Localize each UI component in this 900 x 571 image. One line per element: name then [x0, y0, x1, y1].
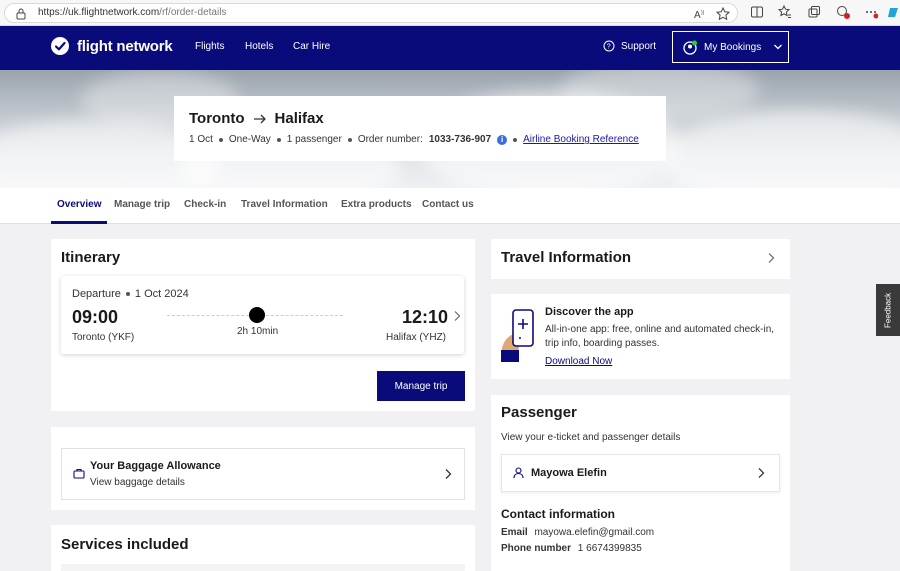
suitcase-icon — [73, 468, 85, 479]
passenger-title: Passenger — [501, 404, 577, 421]
app-promo-text: All-in-one app: free, online and automat… — [545, 324, 775, 349]
contact-information-title: Contact information — [501, 507, 615, 521]
support-label: Support — [621, 40, 657, 52]
split-screen-icon[interactable] — [750, 5, 764, 19]
url-path: /rf/order-details — [159, 7, 227, 18]
svg-text:)): )) — [701, 10, 705, 16]
copilot-icon[interactable] — [888, 5, 900, 19]
route-title: Toronto Halifax — [189, 110, 324, 127]
email-label: Email — [501, 527, 528, 538]
site-header: flight network Flights Hotels Car Hire ?… — [0, 26, 900, 70]
departure-time: 09:00 — [72, 307, 119, 327]
app-promo-card: Discover the app All-in-one app: free, o… — [491, 294, 790, 379]
passenger-subtitle: View your e-ticket and passenger details — [501, 432, 681, 443]
address-bar[interactable]: https://uk.flightnetwork.com/rf/order-de… — [4, 3, 738, 23]
tab-contact-us[interactable]: Contact us — [422, 199, 474, 210]
contact-email-row: Email mayowa.elefin@gmail.com — [501, 527, 654, 538]
baggage-allowance-row[interactable]: Your Baggage Allowance View baggage deta… — [61, 448, 465, 500]
chevron-right-icon — [758, 468, 765, 478]
chevron-right-icon — [768, 253, 775, 263]
browser-toolbar: https://uk.flightnetwork.com/rf/order-de… — [0, 0, 900, 26]
nav-link-hotels[interactable]: Hotels — [245, 41, 273, 52]
departure-header: Departure 1 Oct 2024 — [72, 288, 189, 300]
tab-check-in[interactable]: Check-in — [184, 199, 226, 210]
brand-name: flight network — [77, 37, 173, 55]
checkmark-logo-icon — [51, 37, 69, 55]
services-section: Services included — [51, 525, 475, 571]
passenger-row[interactable]: Mayowa Elefin — [501, 454, 780, 492]
my-bookings-label: My Bookings — [704, 41, 762, 53]
chevron-down-icon — [774, 44, 783, 50]
help-icon: ? — [603, 40, 615, 52]
tab-overview[interactable]: Overview — [57, 199, 101, 210]
itinerary-title: Itinerary — [61, 249, 121, 266]
tab-extra-products[interactable]: Extra products — [341, 199, 412, 210]
active-tab-indicator — [51, 221, 107, 224]
feedback-tab[interactable]: Feedback — [876, 284, 900, 336]
departure-flight-card[interactable]: Departure 1 Oct 2024 09:00 Toronto (YKF)… — [61, 276, 464, 354]
trip-date: 1 Oct — [189, 134, 213, 145]
trip-type: One-Way — [228, 134, 271, 145]
passenger-name: Mayowa Elefin — [531, 467, 607, 479]
svg-text:A: A — [694, 10, 701, 21]
collections-icon[interactable] — [807, 5, 821, 19]
order-number: 1033-736-907 — [428, 134, 492, 145]
favorite-star-icon[interactable] — [716, 7, 730, 21]
manage-trip-button[interactable]: Manage trip — [377, 371, 465, 401]
flight-dot-icon — [249, 307, 265, 323]
travel-information-title: Travel Information — [501, 249, 632, 266]
my-bookings-button[interactable]: My Bookings — [672, 31, 789, 63]
user-icon — [513, 467, 524, 479]
departure-date: 1 Oct 2024 — [134, 288, 189, 300]
url-text: https://uk.flightnetwork.com/rf/order-de… — [38, 7, 226, 18]
destination-city: Halifax — [274, 110, 324, 127]
chevron-right-icon — [445, 469, 452, 479]
booking-summary-card: Toronto Halifax 1 Oct One-Way 1 passenge… — [174, 96, 666, 161]
baggage-title: Your Baggage Allowance — [90, 460, 221, 472]
app-promo-title: Discover the app — [545, 306, 634, 318]
baggage-section: Your Baggage Allowance View baggage deta… — [51, 427, 475, 510]
services-title: Services included — [61, 536, 189, 553]
origin-city: Toronto — [189, 110, 245, 127]
baggage-subtitle: View baggage details — [90, 477, 185, 488]
travel-information-card[interactable]: Travel Information — [491, 239, 790, 279]
support-link[interactable]: ? Support — [603, 40, 656, 52]
contact-phone-row: Phone number 1 6674399835 — [501, 543, 642, 554]
passenger-card: Passenger View your e-ticket and passeng… — [491, 395, 790, 571]
tab-travel-information[interactable]: Travel Information — [241, 199, 328, 210]
more-options-icon[interactable] — [864, 5, 878, 19]
nav-link-car-hire[interactable]: Car Hire — [293, 41, 330, 52]
chevron-right-icon[interactable] — [451, 310, 463, 322]
download-now-link[interactable]: Download Now — [545, 356, 612, 367]
services-list — [61, 564, 465, 571]
info-icon[interactable]: i — [497, 134, 508, 145]
flight-duration: 2h 10min — [237, 326, 279, 337]
nav-link-flights[interactable]: Flights — [195, 41, 224, 52]
order-tabs: Overview Manage trip Check-in Travel Inf… — [0, 188, 900, 224]
arrival-time: 12:10 — [402, 307, 449, 327]
email-value: mayowa.elefin@gmail.com — [534, 527, 655, 538]
departure-airport: Toronto (YKF) — [72, 332, 135, 343]
phone-value: 1 6674399835 — [577, 543, 642, 554]
phone-label: Phone number — [501, 543, 572, 554]
booking-meta: 1 Oct One-Way 1 passenger Order number: … — [189, 134, 639, 145]
read-aloud-icon[interactable]: A)) — [693, 7, 707, 21]
phone-app-illustration-icon — [501, 309, 534, 362]
brand-logo[interactable]: flight network — [51, 37, 173, 55]
arrival-airport: Halifax (YHZ) — [386, 332, 447, 343]
user-avatar-icon — [683, 40, 697, 55]
lock-icon — [16, 8, 26, 20]
extension-icon[interactable] — [836, 5, 850, 19]
passenger-count: 1 passenger — [286, 134, 342, 145]
order-number-label: Order number: — [357, 134, 423, 145]
arrow-right-icon — [253, 114, 266, 123]
svg-text:?: ? — [607, 44, 611, 51]
favorites-icon[interactable] — [778, 5, 792, 19]
airline-booking-reference-link[interactable]: Airline Booking Reference — [523, 134, 639, 145]
tab-manage-trip[interactable]: Manage trip — [114, 199, 170, 210]
url-host: https://uk.flightnetwork.com — [38, 7, 160, 18]
departure-label: Departure — [72, 288, 121, 300]
